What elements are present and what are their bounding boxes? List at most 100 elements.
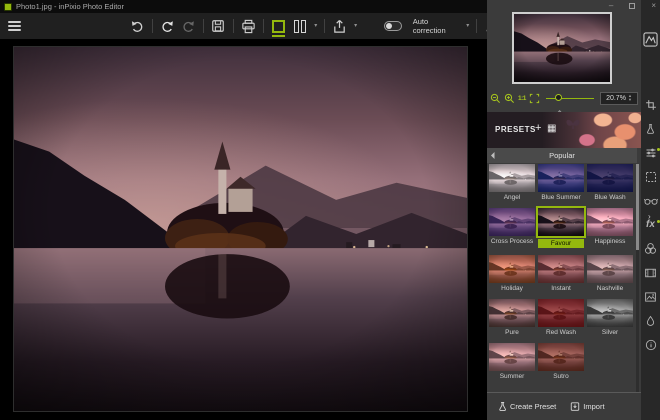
auto-correction-caret-icon[interactable]: ▾ [466, 23, 469, 29]
adjustments-icon[interactable] [641, 145, 660, 160]
glasses-icon[interactable] [641, 193, 660, 208]
maximize-icon[interactable] [629, 3, 636, 9]
preset-item[interactable]: Favour [536, 206, 586, 248]
preset-item[interactable]: Angel [489, 164, 535, 201]
create-preset-button[interactable]: Create Preset [497, 401, 556, 412]
app-window: Photo1.jpg - inPixio Photo Editor ▾ ▾ Au… [0, 0, 660, 420]
toolbar-separator [203, 19, 205, 33]
preset-label: Happiness [594, 238, 626, 245]
split-view-icon[interactable] [292, 18, 307, 34]
minimize-icon[interactable]: – [609, 2, 613, 10]
save-icon[interactable] [211, 18, 226, 34]
film-strip-icon[interactable] [641, 265, 660, 280]
panel-expand-arrow-icon[interactable]: › [648, 212, 651, 221]
toolbar-separator [476, 19, 478, 33]
zoom-spinner-icon[interactable]: ▲ ▼ [628, 94, 632, 102]
import-icon [571, 402, 580, 411]
preset-grid-view-icon[interactable]: ▦ [547, 124, 556, 134]
import-button[interactable]: Import [570, 401, 605, 412]
preset-thumbnail [538, 255, 584, 283]
preset-item[interactable]: Blue Summer [538, 164, 584, 201]
preset-thumbnail [587, 208, 633, 236]
photo-frame-icon[interactable] [641, 289, 660, 304]
histogram-icon[interactable] [641, 32, 660, 47]
zoom-slider[interactable] [545, 93, 594, 103]
presets-title: PRESETS [495, 125, 536, 134]
crop-icon[interactable] [641, 97, 660, 112]
preset-item[interactable]: Red Wash [538, 299, 584, 336]
preset-scrollbar-thumb[interactable] [636, 164, 639, 250]
create-preset-label: Create Preset [510, 402, 557, 411]
single-view-icon[interactable] [271, 18, 286, 37]
preset-label: Cross Process [490, 238, 534, 245]
share-dropdown-caret-icon[interactable]: ▾ [354, 23, 357, 29]
import-label: Import [583, 402, 605, 411]
photo-canvas[interactable] [0, 39, 487, 420]
redo-icon[interactable] [160, 18, 175, 34]
toolbar-separator [262, 19, 264, 33]
selection-icon[interactable] [641, 169, 660, 184]
preset-label: Blue Summer [541, 194, 581, 201]
preset-scrollbar[interactable] [636, 164, 639, 392]
actual-size-icon[interactable]: 1:1 [518, 95, 526, 102]
color-circles-icon[interactable] [641, 241, 660, 256]
menu-hamburger-icon[interactable] [8, 21, 21, 31]
preset-label: Instant [551, 285, 571, 292]
app-logo-icon [4, 2, 12, 11]
fit-screen-icon[interactable] [529, 93, 540, 104]
preset-label: Pure [505, 329, 519, 336]
presets-footer: Create Preset Import [487, 392, 641, 420]
redo-all-icon[interactable] [181, 18, 196, 34]
add-preset-icon[interactable]: + [535, 123, 541, 134]
print-icon[interactable] [241, 18, 256, 34]
preset-item[interactable]: Cross Process [489, 208, 535, 248]
auto-correction-label: Auto correction [412, 17, 446, 35]
preset-thumbnail [587, 164, 633, 192]
title-bar: Photo1.jpg - inPixio Photo Editor [0, 0, 487, 13]
preset-thumbnail [489, 208, 535, 236]
ink-drop-icon[interactable] [641, 313, 660, 328]
preset-thumbnail [538, 164, 584, 192]
preset-thumbnail [489, 164, 535, 192]
preset-item[interactable]: Sutro [538, 343, 584, 380]
preset-item[interactable]: Blue Wash [587, 164, 633, 201]
category-label: Popular [549, 151, 575, 160]
photo-image [13, 46, 468, 412]
preset-label: Silver [601, 329, 619, 336]
info-icon[interactable] [641, 337, 660, 352]
preset-thumbnail [489, 343, 535, 371]
toolbar-separator [151, 19, 153, 33]
flask-icon[interactable] [641, 121, 660, 136]
undo-icon[interactable] [130, 18, 145, 34]
preset-item[interactable]: Silver [587, 299, 633, 336]
toolbar: ▾ ▾ Auto correction ▾ ▾ [0, 13, 509, 39]
preset-thumbnail [538, 299, 584, 327]
collapse-panel-chevron-icon[interactable] [487, 103, 635, 119]
preset-thumbnail [587, 255, 633, 283]
auto-correction-toggle[interactable] [384, 21, 402, 31]
zoom-slider-handle[interactable] [554, 94, 562, 101]
preset-label: Favour [538, 239, 584, 248]
view-dropdown-caret-icon[interactable]: ▾ [314, 23, 317, 29]
preset-item[interactable]: Happiness [587, 208, 633, 248]
preset-label: Nashville [596, 285, 624, 292]
close-icon[interactable]: × [651, 2, 656, 10]
preset-thumbnail [587, 299, 633, 327]
presets-header[interactable]: PRESETS + ▦ [487, 112, 641, 148]
preset-item[interactable]: Holiday [489, 255, 535, 292]
share-icon[interactable] [332, 18, 347, 34]
preset-label: Blue Wash [594, 194, 626, 201]
preset-item[interactable]: Pure [489, 299, 535, 336]
preset-label: Holiday [501, 285, 523, 292]
create-preset-icon [499, 402, 506, 411]
preset-item[interactable]: Summer [489, 343, 535, 380]
zoom-in-icon[interactable] [504, 93, 515, 104]
right-panel: 1:1 20.7% ▲ ▼ PRESETS + ▦ Popular Angel Blu… [487, 0, 641, 420]
preset-label: Angel [503, 194, 521, 201]
preset-category-popular[interactable]: Popular [487, 148, 637, 163]
preset-item[interactable]: Instant [538, 255, 584, 292]
preset-item[interactable]: Nashville [587, 255, 633, 292]
zoom-out-icon[interactable] [490, 93, 501, 104]
preset-thumbnail [538, 343, 584, 371]
navigator-thumbnail[interactable] [512, 12, 612, 84]
